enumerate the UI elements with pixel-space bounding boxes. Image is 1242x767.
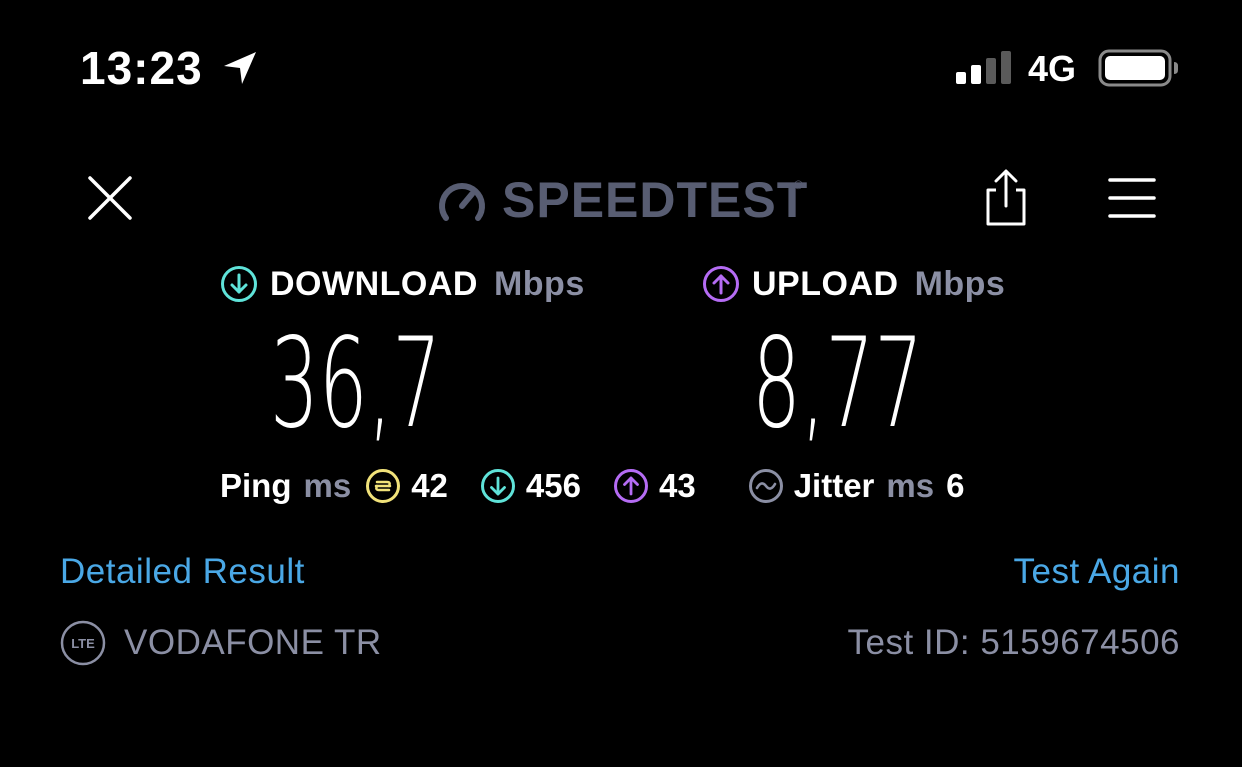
status-time: 13:23 bbox=[80, 42, 203, 94]
test-again-link[interactable]: Test Again bbox=[1014, 550, 1181, 594]
idle-latency-icon bbox=[366, 469, 401, 503]
test-id: Test ID: 5159674506 bbox=[847, 623, 1180, 662]
logo-text: SPEEDTEST bbox=[502, 172, 809, 228]
speedtest-gauge-icon bbox=[439, 183, 485, 221]
signal-icon bbox=[956, 51, 1011, 84]
download-speed-value: 36,7 bbox=[270, 312, 442, 456]
ping-upload: 43 bbox=[613, 467, 696, 505]
ping-idle: 42 bbox=[365, 467, 448, 505]
ping-label: Ping bbox=[220, 467, 292, 504]
lte-icon: LTE bbox=[60, 620, 106, 666]
lte-badge-text: LTE bbox=[71, 636, 95, 651]
location-arrow-icon bbox=[224, 52, 256, 84]
jitter: Jitter ms 6 bbox=[748, 467, 965, 505]
jitter-label: Jitter bbox=[793, 467, 875, 504]
ping-download: 456 bbox=[480, 467, 581, 505]
share-icon[interactable] bbox=[982, 168, 1030, 228]
ping-upload-value: 43 bbox=[658, 467, 696, 504]
upload-arrow-icon bbox=[703, 266, 739, 302]
carrier-name: VODAFONE TR bbox=[124, 623, 382, 662]
ping-download-value: 456 bbox=[525, 467, 581, 504]
battery-icon bbox=[1098, 49, 1178, 87]
trademark-mark: ® bbox=[794, 178, 803, 192]
download-unit: Mbps bbox=[493, 264, 585, 303]
jitter-unit: ms bbox=[886, 467, 935, 504]
network-type: 4G bbox=[1028, 48, 1077, 89]
menu-icon[interactable] bbox=[1108, 176, 1156, 220]
ping-unit: ms bbox=[303, 467, 352, 504]
ping-idle-value: 42 bbox=[411, 467, 448, 504]
upload-speed-value: 8,77 bbox=[752, 312, 924, 456]
download-arrow-icon bbox=[221, 266, 257, 302]
upload-header: UPLOAD Mbps bbox=[702, 262, 1005, 306]
upload-latency-icon bbox=[613, 469, 648, 503]
jitter-wave-icon bbox=[748, 469, 783, 503]
detailed-result-link[interactable]: Detailed Result bbox=[60, 550, 305, 594]
jitter-value: 6 bbox=[946, 467, 965, 504]
upload-label: UPLOAD bbox=[752, 264, 899, 303]
download-label: DOWNLOAD bbox=[270, 264, 478, 303]
latency-row: Ping ms 42 456 43 Jitter ms 6 bbox=[220, 464, 964, 508]
download-header: DOWNLOAD Mbps bbox=[220, 262, 585, 306]
download-latency-icon bbox=[480, 469, 515, 503]
upload-unit: Mbps bbox=[914, 264, 1006, 303]
speedtest-logo: SPEEDTEST ® bbox=[436, 172, 816, 228]
close-icon[interactable] bbox=[86, 174, 134, 222]
